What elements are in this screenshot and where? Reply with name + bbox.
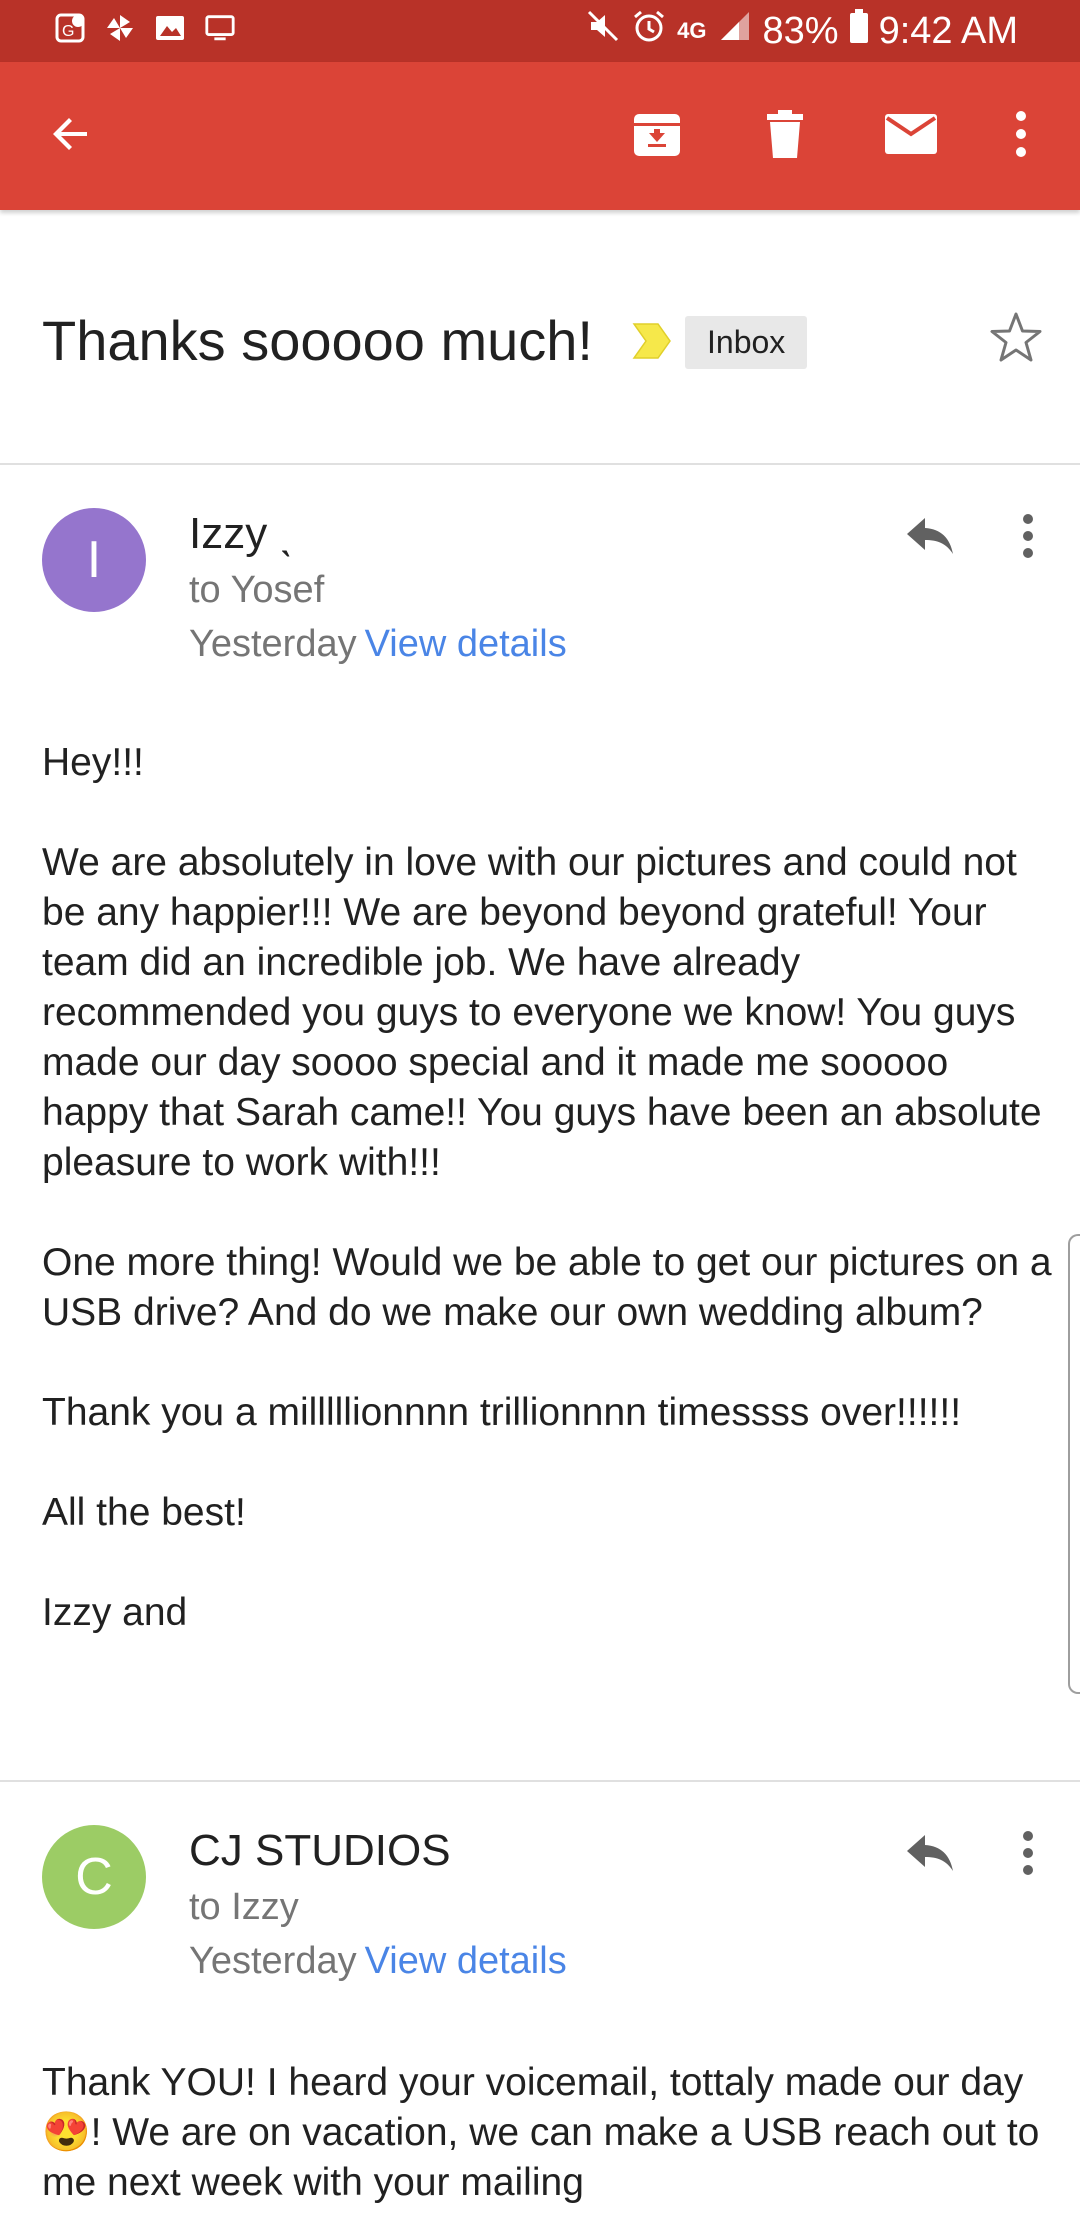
reply-icon <box>905 516 955 561</box>
maps-icon: G <box>54 12 86 44</box>
recipient-line[interactable]: to Izzy <box>189 1886 299 1929</box>
avatar[interactable]: C <box>42 1825 146 1929</box>
delete-button[interactable] <box>740 62 830 210</box>
body-paragraph: One more thing! Would we be able to get … <box>42 1241 1052 1334</box>
mark-unread-button[interactable] <box>866 62 956 210</box>
monitor-icon <box>204 12 236 44</box>
image-icon <box>154 12 186 44</box>
archive-button[interactable] <box>612 62 702 210</box>
message-more-button[interactable] <box>1004 503 1052 573</box>
reply-icon <box>905 1833 955 1878</box>
pinwheel-icon <box>104 12 136 44</box>
more-vert-icon <box>1022 513 1034 563</box>
back-arrow-icon <box>47 110 95 163</box>
alarm-icon <box>631 8 667 54</box>
more-vert-icon <box>1015 110 1027 163</box>
signal-icon <box>717 8 753 54</box>
body-text-end: ! We are on vacation, we can make a USB … <box>42 2111 1040 2204</box>
email-subject: Thanks sooooo much! <box>42 309 593 372</box>
message-izzy: I Izzy ˎ to Yosef Yesterday View details … <box>0 463 1080 1780</box>
battery-level: 83% <box>762 9 839 52</box>
body-paragraph: All the best! <box>42 1491 246 1534</box>
overflow-menu-button[interactable] <box>976 62 1066 210</box>
status-left-icons: G <box>54 12 236 44</box>
sender-name[interactable]: CJ STUDIOS <box>189 1826 451 1876</box>
body-paragraph: Izzy and <box>42 1591 188 1634</box>
heart-eyes-emoji: 😍 <box>42 2111 91 2154</box>
avatar[interactable]: I <box>42 508 146 612</box>
message-body: Thank YOU! I heard your voicemail, totta… <box>42 2058 1052 2208</box>
archive-icon <box>631 108 683 165</box>
mark-unread-icon <box>883 112 939 161</box>
svg-text:G: G <box>62 23 74 40</box>
message-date: Yesterday <box>189 1940 357 1982</box>
battery-icon <box>849 8 869 54</box>
message-date-line: Yesterday View details <box>189 1940 567 1983</box>
scrollbar-thumb[interactable] <box>1068 1234 1080 1694</box>
sender-name[interactable]: Izzy ˎ <box>189 509 294 559</box>
reply-button[interactable] <box>890 1820 970 1890</box>
more-vert-icon <box>1022 1830 1034 1880</box>
body-paragraph: Hey!!! <box>42 741 144 784</box>
recipient-line[interactable]: to Yosef <box>189 569 324 612</box>
mute-icon <box>585 8 621 54</box>
app-toolbar <box>0 62 1080 210</box>
network-type: 4G <box>677 18 707 43</box>
status-right: 4G 83% 9:42 AM <box>585 8 1018 54</box>
message-more-button[interactable] <box>1004 1820 1052 1890</box>
inbox-label[interactable]: Inbox <box>685 316 808 369</box>
back-button[interactable] <box>26 62 116 210</box>
subject-header: Thanks sooooo much! Inbox <box>0 210 1080 465</box>
message-date-line: Yesterday View details <box>189 623 567 666</box>
important-marker-icon[interactable] <box>632 322 672 365</box>
body-text-start: Thank YOU! I heard your voicemail, totta… <box>42 2061 1024 2104</box>
delete-icon <box>763 108 807 165</box>
star-icon[interactable] <box>988 310 1044 371</box>
view-details-link[interactable]: View details <box>365 1940 567 1982</box>
message-body: Hey!!! We are absolutely in love with ou… <box>42 738 1052 1688</box>
reply-button[interactable] <box>890 503 970 573</box>
view-details-link[interactable]: View details <box>365 623 567 665</box>
body-paragraph: Thank you a milllllionnnn trillionnnn ti… <box>42 1391 962 1434</box>
clock: 9:42 AM <box>878 9 1018 52</box>
body-paragraph: We are absolutely in love with our pictu… <box>42 841 1042 1184</box>
message-date: Yesterday <box>189 623 357 665</box>
message-cj-studios: C CJ STUDIOS to Izzy Yesterday View detai… <box>0 1782 1080 2220</box>
status-bar: G 4G 83% 9:42 AM <box>0 0 1080 62</box>
